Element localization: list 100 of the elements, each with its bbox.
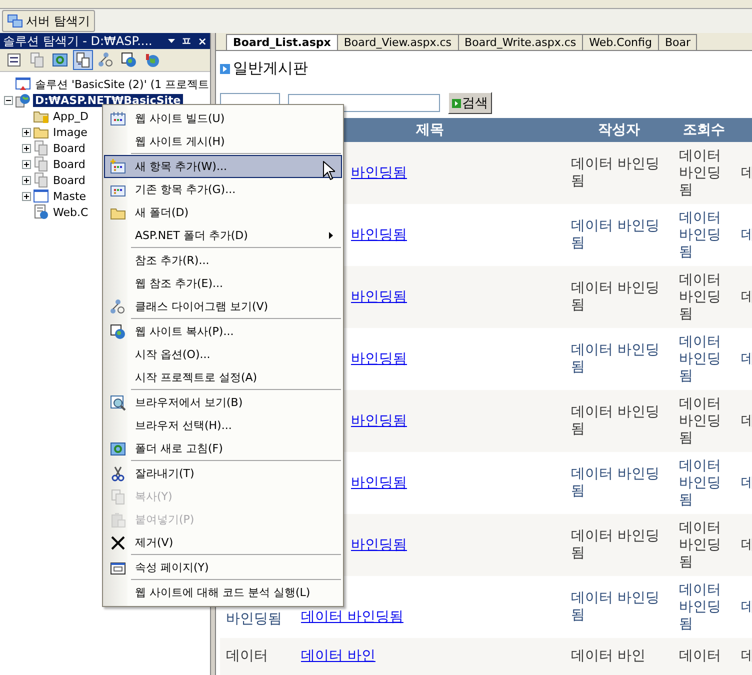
document-tab[interactable]: Web.Config (582, 34, 659, 50)
server-icon (7, 14, 23, 28)
document-tab[interactable]: Board_List.aspx (226, 34, 338, 50)
globe-icon (144, 52, 160, 68)
page-icon (33, 156, 49, 172)
build-icon (110, 110, 126, 126)
page-icon (33, 172, 49, 188)
refresh-icon (52, 52, 68, 68)
menu-item[interactable]: 웹 사이트 복사(P)... (104, 320, 342, 343)
column-header: 조회수 (673, 118, 735, 142)
tree-item[interactable]: Web.C (51, 206, 90, 218)
menu-item[interactable]: 시작 옵션(O)... (104, 343, 342, 366)
table-cell-text: 데이터 바인딩됨 (679, 334, 722, 384)
config-icon (33, 204, 49, 220)
search-button[interactable]: 검색 (448, 92, 492, 114)
marker-icon (220, 64, 230, 74)
clipboard-icon (110, 512, 126, 528)
menu-item[interactable]: 브라우저에서 보기(B) (104, 391, 342, 414)
table-cell: 데 (741, 648, 752, 665)
dropdown-icon[interactable] (168, 39, 175, 43)
menu-item[interactable]: 클래스 다이어그램 보기(V) (104, 295, 342, 318)
table-cell: 데 (741, 288, 752, 306)
title-link[interactable]: 데이터 바인 (301, 648, 376, 665)
document-tab[interactable]: Board_View.aspx.cs (336, 34, 459, 50)
document-tab[interactable]: Board_Write.aspx.cs (458, 34, 584, 50)
table-cell-text: 데이터 바인딩됨 (679, 396, 722, 446)
diagram-icon (98, 52, 114, 68)
table-cell: 데이터 (679, 648, 721, 665)
expand-icon[interactable] (22, 144, 31, 152)
menu-item[interactable]: 시작 프로젝트로 설정(A) (104, 366, 342, 389)
collapse-icon[interactable] (4, 96, 13, 104)
menu-item[interactable]: 새 폴더(D) (104, 201, 342, 224)
menu-item[interactable]: 잘라내기(T) (104, 462, 342, 485)
table-cell: 데이터 (226, 648, 268, 665)
menu-item[interactable]: ASP.NET 폴더 추가(D) (104, 224, 342, 247)
table-cell-text: 데이터 바인딩됨 (571, 218, 660, 252)
tree-item[interactable]: Board (51, 174, 88, 186)
column-header: 작성자 (565, 118, 673, 142)
table-cell-text: 데이터 바인딩됨 (571, 590, 660, 624)
tree-item[interactable]: App_D (51, 110, 90, 122)
tree-item[interactable]: Board (51, 142, 88, 154)
server-explorer-tab[interactable]: 서버 탐색기 (2, 10, 95, 32)
properties-icon (110, 560, 126, 576)
table-cell: 데 (741, 474, 752, 492)
table-cell-text: 데이터 바인딩됨 (571, 528, 660, 562)
cursor-icon (323, 161, 335, 180)
menu-item[interactable]: 속성 페이지(Y) (104, 556, 342, 579)
table-cell: 데 (741, 536, 752, 554)
menu-item[interactable]: 웹 사이트에 대해 코드 분석 실행(L) (104, 581, 342, 604)
globe-window-icon (110, 324, 126, 340)
table-cell-text: 데이터 바인딩됨 (679, 520, 722, 570)
files-icon (75, 52, 91, 68)
table-cell: 데 (741, 226, 752, 244)
magnifier-icon (110, 394, 126, 410)
document-tab[interactable]: Boar (658, 34, 698, 50)
list-icon (6, 52, 22, 68)
menu-item[interactable]: 폴더 새로 고침(F) (104, 437, 342, 460)
table-cell: 데 (741, 412, 752, 430)
table-cell-text: 데이터 바인딩됨 (571, 342, 660, 376)
title-link[interactable]: 데이터 바인딩됨 (301, 608, 404, 626)
tree-item[interactable]: D:₩ASP.NET₩BasicSite (33, 94, 183, 106)
table-cell-text: 데이터 바인딩됨 (571, 466, 660, 500)
expand-icon[interactable] (22, 192, 31, 200)
pin-button[interactable]: ㅍ (180, 34, 192, 48)
table-cell: 데 (741, 598, 752, 616)
page-heading: 일반게시판 (233, 59, 308, 78)
panel-title: 솔루션 탐색기 - D:₩ASP.... (3, 32, 154, 50)
refresh-icon (110, 440, 126, 456)
table-cell-text: 데이터 바인딩됨 (679, 272, 722, 322)
table-cell: 데 (741, 350, 752, 368)
table-cell-text: 데이터 바인딩됨 (571, 404, 660, 438)
scissors-icon (110, 466, 126, 482)
table-cell: 데 (741, 164, 752, 182)
menu-item[interactable]: 웹 참조 추가(E)... (104, 272, 342, 295)
table-cell-text: 데이터 바인딩됨 (679, 210, 722, 260)
table-cell-text: 데이터 바인딩됨 (571, 280, 660, 314)
menu-item[interactable]: 기존 항목 추가(G)... (104, 178, 342, 201)
table-cell-text: 데이터 바인딩됨 (571, 156, 660, 190)
close-button[interactable]: × (198, 34, 207, 48)
tree-item[interactable]: 솔루션 'BasicSite (2)' (1 프로젝트 (33, 76, 210, 92)
table-cell: 데이터 바인 (571, 648, 646, 665)
window-icon (33, 188, 49, 204)
globe-window-icon (121, 52, 137, 68)
solution-icon (15, 76, 31, 92)
menu-item[interactable]: 브라우저 선택(H)... (104, 414, 342, 437)
menu-item[interactable]: 제거(V) (104, 531, 342, 554)
menu-item[interactable]: 새 항목 추가(W)... (104, 155, 342, 178)
tree-item[interactable]: Board (51, 158, 88, 170)
expand-icon[interactable] (22, 128, 31, 136)
new-item-icon (110, 158, 126, 174)
diagram-icon (110, 298, 126, 314)
table-cell-text: 데이터 바인딩됨 (679, 148, 722, 198)
globe-icon (15, 92, 31, 108)
menu-item[interactable]: 참조 추가(R)... (104, 249, 342, 272)
expand-icon[interactable] (22, 160, 31, 168)
table-cell-text: 데이터 바인딩됨 (679, 582, 722, 632)
table-cell-text: 데이터 바인딩됨 (679, 458, 722, 508)
tree-item[interactable]: Maste (51, 190, 88, 202)
tree-item[interactable]: Image (51, 126, 90, 138)
expand-icon[interactable] (22, 176, 31, 184)
